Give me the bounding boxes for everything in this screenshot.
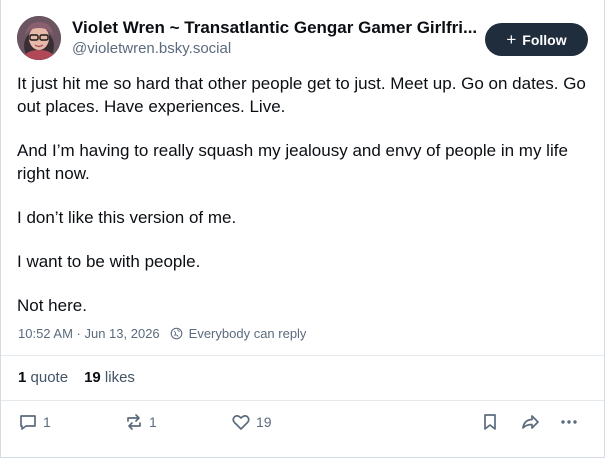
post-header: Violet Wren ~ Transatlantic Gengar Gamer… [17, 14, 588, 62]
more-options-button[interactable] [559, 412, 579, 432]
repost-icon [127, 414, 141, 430]
bookmark-icon [484, 414, 496, 430]
likes-stat[interactable]: 19 likes [84, 369, 135, 386]
post-timestamp[interactable]: 10:52 AM · Jun 13, 2026 [18, 326, 160, 341]
post-paragraph: It just hit me so hard that other people… [17, 74, 586, 116]
plus-icon: + [506, 30, 517, 49]
reply-setting[interactable]: Everybody can reply [189, 326, 307, 341]
post-card: Violet Wren ~ Transatlantic Gengar Gamer… [0, 0, 605, 458]
avatar-image [17, 16, 61, 60]
author-info: Violet Wren ~ Transatlantic Gengar Gamer… [72, 17, 492, 59]
post-actions: 1 1 19 [1, 412, 604, 438]
share-icon [522, 415, 539, 429]
avatar[interactable] [17, 16, 61, 60]
author-handle[interactable]: @violetwren.bsky.social [72, 39, 492, 59]
quotes-stat[interactable]: 1 quote [18, 369, 68, 386]
like-count: 19 [84, 369, 101, 386]
quote-count: 1 [18, 369, 27, 386]
follow-button[interactable]: + Follow [485, 23, 588, 56]
quote-label: quote [30, 369, 69, 386]
reply-icon [20, 415, 36, 430]
post-stats: 1 quote 19 likes [18, 369, 135, 386]
post-paragraph: And I’m having to really squash my jealo… [17, 141, 568, 183]
repost-count: 1 [149, 414, 157, 430]
bookmark-button[interactable] [480, 412, 500, 432]
post-body: It just hit me so hard that other people… [17, 72, 592, 338]
author-display-name[interactable]: Violet Wren ~ Transatlantic Gengar Gamer… [72, 17, 492, 38]
repost-button[interactable]: 1 [124, 412, 157, 432]
reply-count: 1 [43, 414, 51, 430]
reply-button[interactable]: 1 [18, 412, 51, 432]
heart-icon [232, 415, 250, 430]
post-paragraph: I want to be with people. [17, 252, 201, 271]
post-paragraph: I don’t like this version of me. [17, 208, 237, 227]
like-action-count: 19 [256, 414, 272, 430]
globe-icon [170, 327, 183, 340]
divider [1, 400, 604, 401]
divider [1, 355, 604, 356]
post-meta: 10:52 AM · Jun 13, 2026 Everybody can re… [18, 326, 306, 341]
like-label: likes [104, 369, 135, 386]
post-paragraph: Not here. [17, 296, 87, 315]
more-icon [561, 420, 577, 424]
like-button[interactable]: 19 [231, 412, 272, 432]
share-button[interactable] [520, 412, 540, 432]
follow-button-label: Follow [522, 31, 567, 48]
